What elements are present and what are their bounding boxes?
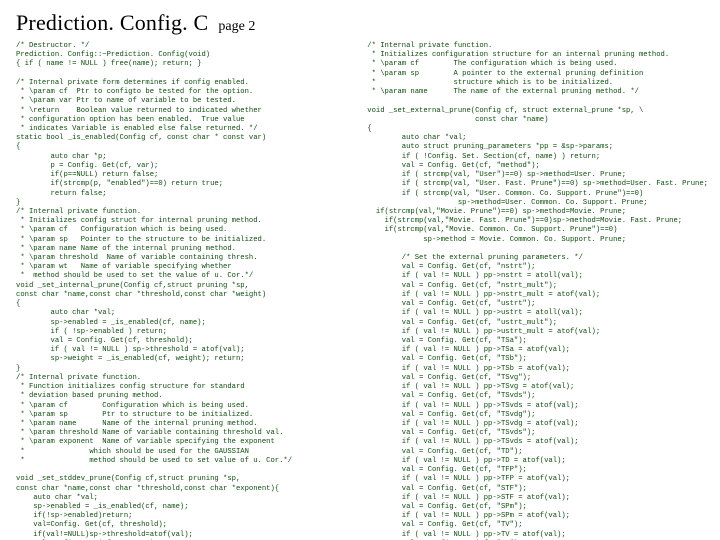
page-title: Prediction. Config. C bbox=[16, 10, 208, 36]
code-column-right: /* Internal private function. * Initiali… bbox=[367, 42, 708, 540]
code-block-left: /* Destructor. */ Prediction. Config::~P… bbox=[16, 42, 353, 540]
code-columns: /* Destructor. */ Prediction. Config::~P… bbox=[16, 42, 708, 540]
page-root: Prediction. Config. C page 2 /* Destruct… bbox=[0, 0, 720, 540]
page-number-label: page 2 bbox=[218, 19, 255, 35]
code-column-left: /* Destructor. */ Prediction. Config::~P… bbox=[16, 42, 353, 540]
title-row: Prediction. Config. C page 2 bbox=[16, 10, 708, 36]
code-block-right: /* Internal private function. * Initiali… bbox=[367, 42, 708, 540]
